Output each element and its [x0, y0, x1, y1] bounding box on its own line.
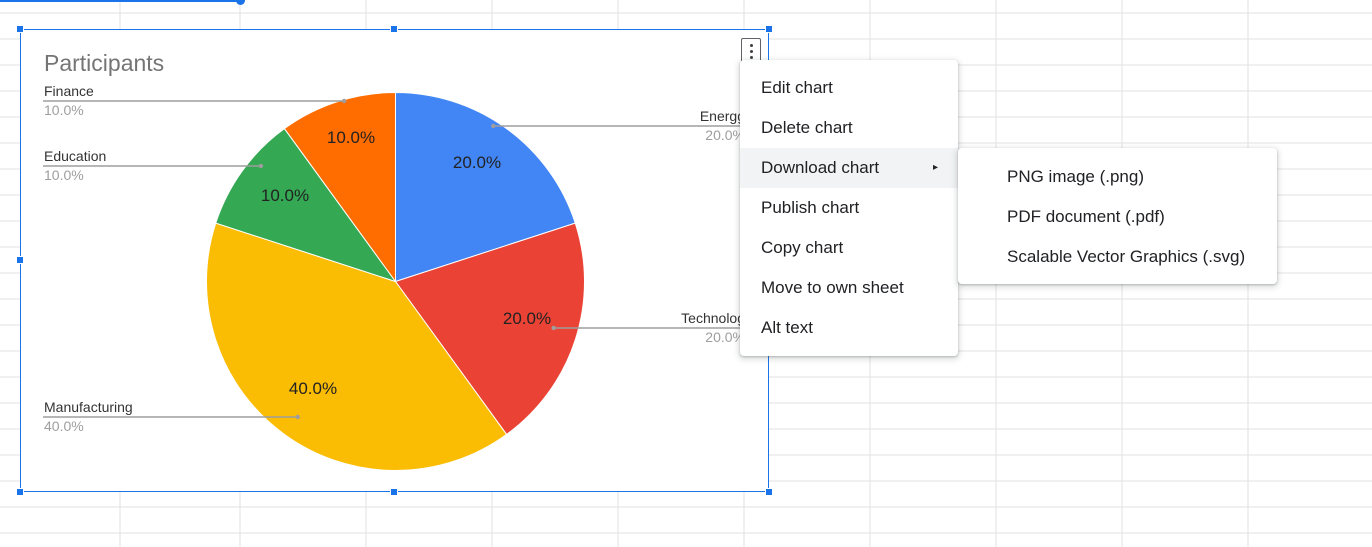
submenu-item-label: PDF document (.pdf): [1007, 207, 1165, 226]
play-arrow-icon: ▸: [932, 162, 938, 173]
chart-context-menu: Edit chart Delete chart Download chart ▸…: [740, 60, 958, 356]
resize-handle-bottom-right[interactable]: [765, 488, 773, 496]
resize-handle-bottom-left[interactable]: [16, 488, 24, 496]
resize-handle-bottom[interactable]: [390, 488, 398, 496]
resize-handle-top[interactable]: [390, 25, 398, 33]
resize-handle-top-right[interactable]: [765, 25, 773, 33]
resize-handle-top-left[interactable]: [16, 25, 24, 33]
leader-dot: [341, 98, 347, 104]
slice-percent-label: 20.0%: [503, 309, 551, 328]
selection-line: [0, 0, 240, 2]
slice-percent-label: 20.0%: [453, 153, 501, 172]
leader-dot: [551, 325, 556, 331]
slice-name-label: Finance: [44, 83, 94, 99]
menu-item-move-to-own-sheet[interactable]: Move to own sheet: [740, 268, 958, 308]
menu-item-label: Delete chart: [761, 118, 853, 137]
menu-item-edit-chart[interactable]: Edit chart: [740, 68, 958, 108]
slice-value-label: 10.0%: [44, 102, 84, 118]
menu-item-label: Copy chart: [761, 238, 844, 257]
slice-name-label: Education: [44, 148, 106, 164]
menu-item-delete-chart[interactable]: Delete chart: [740, 108, 958, 148]
menu-item-alt-text[interactable]: Alt text: [740, 308, 958, 348]
slice-value-label: 10.0%: [44, 167, 84, 183]
slice-value-label: 40.0%: [44, 418, 84, 434]
menu-item-label: Alt text: [761, 318, 813, 337]
slice-name-label: Energg: [700, 108, 745, 124]
slice-percent-label: 10.0%: [261, 186, 309, 205]
chart-container[interactable]: Participants 20.0% Energg 20.0% 20.0% Techno…: [20, 29, 769, 492]
submenu-item-svg[interactable]: Scalable Vector Graphics (.svg): [958, 237, 1277, 277]
menu-item-copy-chart[interactable]: Copy chart: [740, 228, 958, 268]
submenu-item-label: Scalable Vector Graphics (.svg): [1007, 247, 1246, 266]
download-submenu: PNG image (.png) PDF document (.pdf) Sca…: [958, 148, 1277, 284]
pie-chart: 20.0%Energg20.0%20.0% Technolog20.0%40.0%…: [43, 83, 749, 471]
leader-dot: [258, 163, 264, 169]
submenu-item-label: PNG image (.png): [1007, 167, 1144, 186]
leader-dot: [295, 414, 300, 420]
slice-name-label: Manufacturing: [44, 399, 133, 415]
menu-item-label: Edit chart: [761, 78, 833, 97]
slice-percent-label: 40.0%: [289, 379, 337, 398]
menu-item-publish-chart[interactable]: Publish chart: [740, 188, 958, 228]
kebab-dot: [749, 55, 753, 59]
menu-item-download-chart[interactable]: Download chart ▸: [740, 148, 958, 188]
submenu-item-png[interactable]: PNG image (.png): [958, 157, 1277, 197]
submenu-item-pdf[interactable]: PDF document (.pdf): [958, 197, 1277, 237]
menu-item-label: Download chart: [761, 158, 880, 177]
menu-item-label: Move to own sheet: [761, 278, 904, 297]
slice-percent-label: 10.0%: [327, 128, 375, 147]
kebab-dot: [749, 43, 753, 47]
kebab-dot: [749, 49, 753, 53]
resize-handle-left[interactable]: [16, 256, 24, 264]
slice-name-label: Technolog: [681, 310, 745, 326]
menu-item-label: Publish chart: [761, 198, 860, 217]
leader-dot: [491, 123, 496, 129]
